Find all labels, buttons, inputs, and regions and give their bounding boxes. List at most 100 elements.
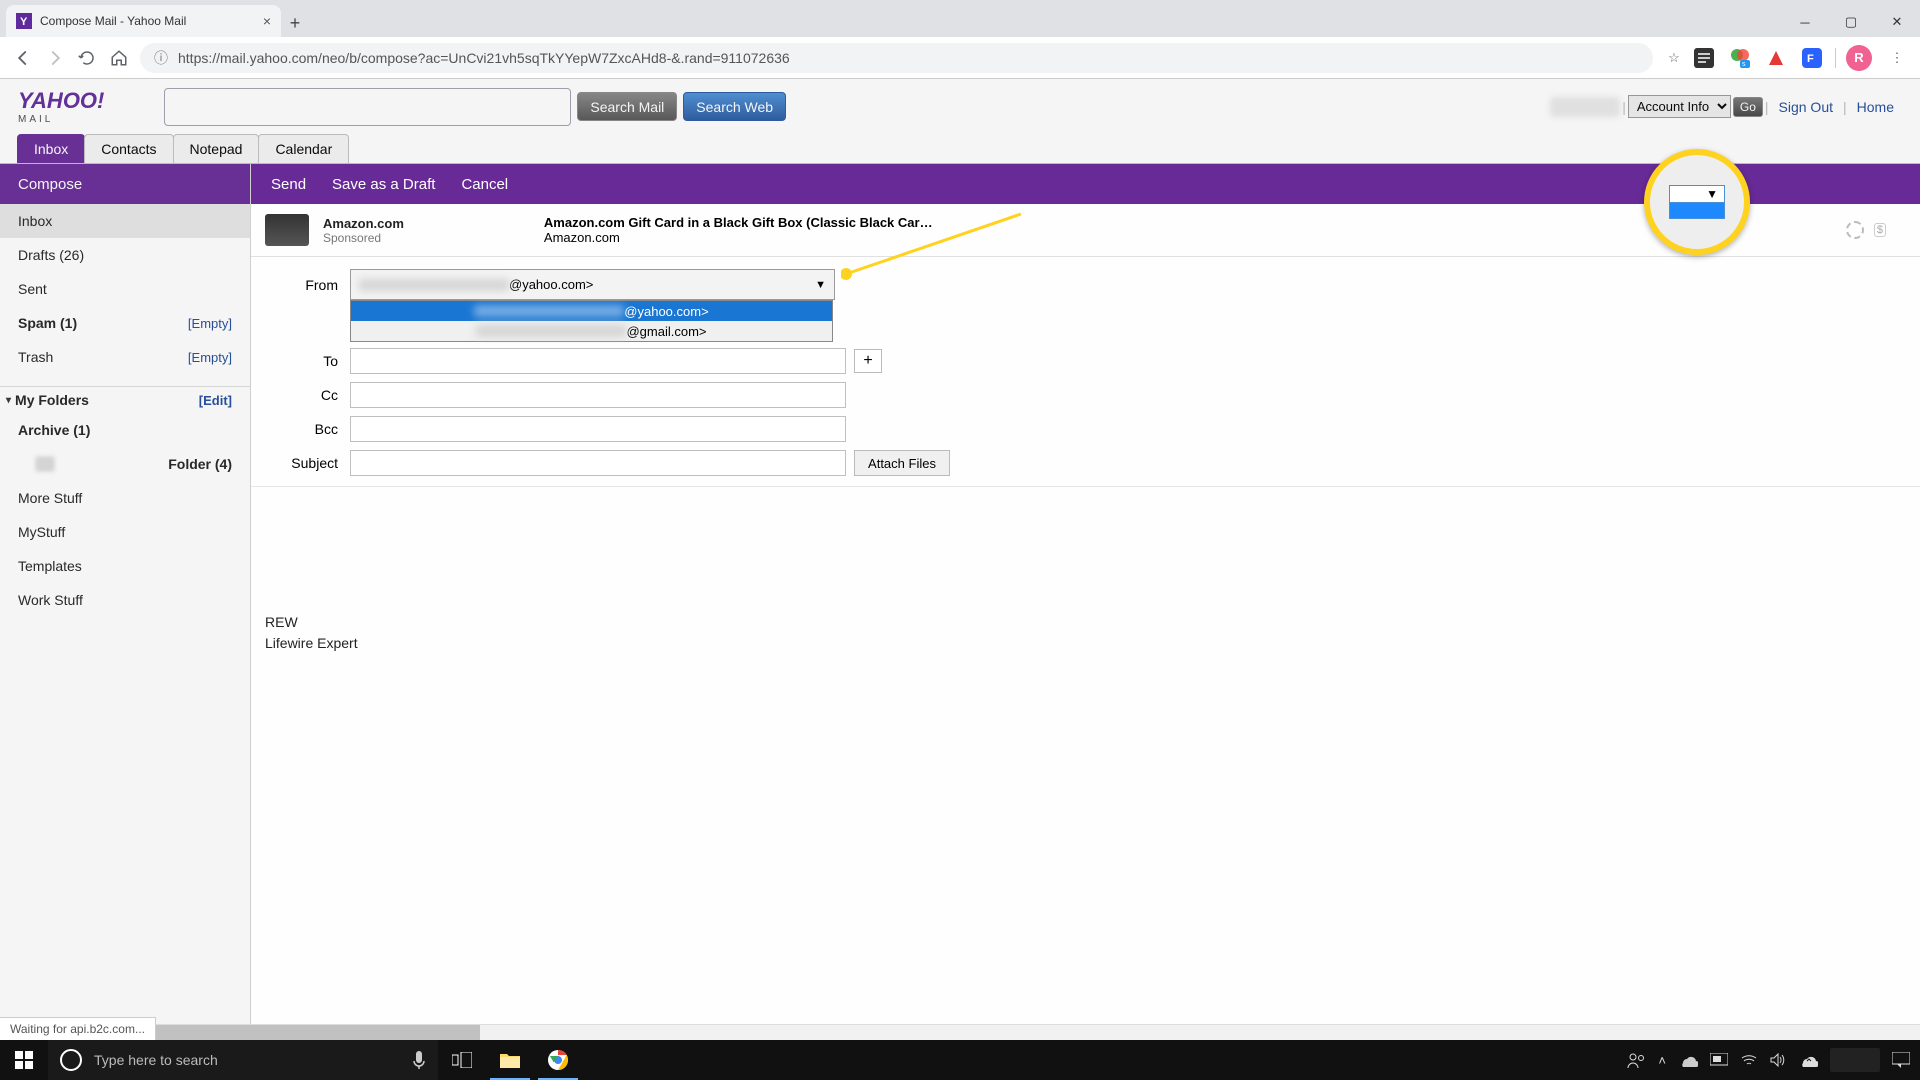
home-icon[interactable] [104, 43, 134, 73]
tab-calendar[interactable]: Calendar [258, 134, 349, 163]
new-tab-button[interactable]: + [281, 9, 309, 37]
home-link[interactable]: Home [1849, 99, 1902, 115]
url-text: https://mail.yahoo.com/neo/b/compose?ac=… [178, 50, 790, 66]
ad-sponsored-label: Sponsored [323, 231, 404, 245]
window-close-button[interactable]: ✕ [1874, 7, 1920, 37]
chevron-down-icon: ▾ [6, 395, 11, 406]
account-info-dropdown[interactable]: Account Info [1628, 95, 1731, 118]
attach-files-button[interactable]: Attach Files [854, 450, 950, 476]
taskbar-search[interactable]: Type here to search [48, 1040, 438, 1080]
cc-row: Cc [251, 378, 1920, 412]
cortana-icon [60, 1049, 82, 1071]
cloud-sync-icon[interactable] [1798, 1053, 1818, 1067]
send-button[interactable]: Send [261, 176, 316, 193]
from-dropdown-list: @yahoo.com> @gmail.com> [350, 300, 833, 342]
horizontal-scrollbar[interactable] [0, 1024, 1920, 1040]
cc-label: Cc [265, 387, 350, 403]
extension-icon-4[interactable]: F [1799, 45, 1825, 71]
yahoo-header: YAHOO! MAIL Search Mail Search Web | Acc… [0, 79, 1920, 134]
sidebar-more-stuff[interactable]: More Stuff [0, 481, 250, 515]
close-tab-icon[interactable]: × [263, 13, 271, 29]
signature-line-2: Lifewire Expert [265, 633, 1906, 654]
sidebar: Compose Inbox Drafts (26) Sent Spam (1) … [0, 164, 251, 1039]
compose-button[interactable]: Compose [0, 176, 100, 193]
my-folders-header[interactable]: ▾My Folders [Edit] [0, 387, 250, 413]
from-option-yahoo[interactable]: @yahoo.com> [351, 301, 832, 321]
svg-text:s: s [1742, 61, 1746, 68]
onedrive-icon[interactable] [1678, 1053, 1698, 1067]
tray-chevron-icon[interactable]: ˄ [1658, 1053, 1666, 1068]
empty-trash-link[interactable]: [Empty] [188, 350, 232, 365]
sign-out-link[interactable]: Sign Out [1771, 99, 1841, 115]
redacted-name [359, 279, 509, 291]
annotation-connector [841, 204, 1061, 284]
from-option-gmail[interactable]: @gmail.com> [351, 321, 832, 341]
extension-icon-3[interactable] [1763, 45, 1789, 71]
reload-button[interactable] [72, 43, 102, 73]
volume-icon[interactable] [1770, 1053, 1786, 1067]
loading-spinner-icon [1846, 221, 1864, 239]
sidebar-folder-4[interactable]: Folder (4) [0, 447, 250, 481]
signature-line-1: REW [265, 612, 1906, 633]
people-icon[interactable] [1626, 1051, 1646, 1069]
search-mailbox-input[interactable] [164, 88, 571, 126]
cc-input[interactable] [350, 382, 846, 408]
sidebar-work-stuff[interactable]: Work Stuff [0, 583, 250, 617]
sidebar-drafts[interactable]: Drafts (26) [0, 238, 250, 272]
sidebar-trash[interactable]: Trash [Empty] [0, 340, 250, 374]
yahoo-favicon: Y [16, 13, 32, 29]
star-bookmark-icon[interactable]: ☆ [1659, 43, 1689, 73]
go-button[interactable]: Go [1733, 97, 1763, 117]
sidebar-archive[interactable]: Archive (1) [0, 413, 250, 447]
site-info-icon[interactable]: ⓘ [154, 48, 170, 68]
sidebar-spam[interactable]: Spam (1) [Empty] [0, 306, 250, 340]
chrome-menu-icon[interactable]: ⋮ [1882, 43, 1912, 73]
cancel-button[interactable]: Cancel [451, 176, 518, 193]
ad-dollar-icon: $ [1874, 223, 1886, 237]
to-input[interactable] [350, 348, 846, 374]
project-icon[interactable] [1710, 1053, 1728, 1067]
notifications-icon[interactable] [1892, 1052, 1910, 1068]
subject-row: Subject Attach Files [251, 446, 1920, 480]
clock-redacted[interactable] [1830, 1048, 1880, 1072]
sidebar-templates[interactable]: Templates [0, 549, 250, 583]
sidebar-mystuff[interactable]: MyStuff [0, 515, 250, 549]
yahoo-mail-logo[interactable]: YAHOO! MAIL [18, 88, 104, 125]
taskbar-file-explorer[interactable] [486, 1040, 534, 1080]
tab-notepad[interactable]: Notepad [173, 134, 260, 163]
bcc-label: Bcc [265, 421, 350, 437]
extension-icon-1[interactable] [1691, 45, 1717, 71]
nav-tabs: Inbox Contacts Notepad Calendar [0, 134, 1920, 164]
search-mail-button[interactable]: Search Mail [577, 92, 677, 121]
browser-tab[interactable]: Y Compose Mail - Yahoo Mail × [6, 5, 281, 37]
subject-label: Subject [265, 455, 350, 471]
empty-spam-link[interactable]: [Empty] [188, 316, 232, 331]
back-button[interactable] [8, 43, 38, 73]
forward-button[interactable] [40, 43, 70, 73]
address-bar[interactable]: ⓘ https://mail.yahoo.com/neo/b/compose?a… [140, 43, 1653, 73]
message-body[interactable]: REW Lifewire Expert [251, 486, 1920, 674]
to-row: To + [251, 344, 1920, 378]
subject-input[interactable] [350, 450, 846, 476]
sidebar-inbox[interactable]: Inbox [0, 204, 250, 238]
task-view-button[interactable] [438, 1040, 486, 1080]
from-address-select[interactable]: @yahoo.com> ▼ [350, 269, 835, 300]
start-button[interactable] [0, 1040, 48, 1080]
sidebar-sent[interactable]: Sent [0, 272, 250, 306]
microphone-icon[interactable] [412, 1051, 426, 1069]
profile-avatar[interactable]: R [1846, 45, 1872, 71]
tab-contacts[interactable]: Contacts [84, 134, 173, 163]
extension-icon-2[interactable]: s [1727, 45, 1753, 71]
taskbar-chrome[interactable] [534, 1040, 582, 1080]
annotation-spotlight: ▼ [1644, 149, 1750, 255]
window-maximize-button[interactable]: ▢ [1828, 7, 1874, 37]
tab-inbox[interactable]: Inbox [17, 134, 85, 163]
search-web-button[interactable]: Search Web [683, 92, 786, 121]
wifi-icon[interactable] [1740, 1053, 1758, 1067]
windows-taskbar: Type here to search ˄ [0, 1040, 1920, 1080]
add-recipient-button[interactable]: + [854, 349, 882, 373]
bcc-input[interactable] [350, 416, 846, 442]
edit-folders-link[interactable]: [Edit] [199, 393, 232, 408]
window-minimize-button[interactable]: ─ [1782, 7, 1828, 37]
save-draft-button[interactable]: Save as a Draft [322, 176, 445, 193]
